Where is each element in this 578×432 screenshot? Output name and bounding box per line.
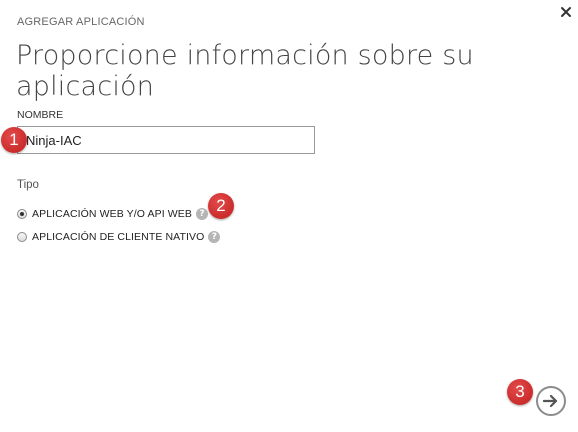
radio-label-native-client: APLICACIÓN DE CLIENTE NATIVO — [32, 231, 205, 243]
annotation-badge-3: 3 — [507, 379, 533, 405]
type-label: Tipo — [17, 179, 39, 191]
name-input[interactable] — [17, 126, 315, 154]
radio-option-native-client[interactable]: APLICACIÓN DE CLIENTE NATIVO ? — [17, 231, 221, 243]
annotation-badge-2: 2 — [208, 193, 234, 219]
help-icon[interactable]: ? — [208, 231, 221, 243]
name-label: NOMBRE — [17, 109, 64, 121]
radio-option-web-app[interactable]: APLICACIÓN WEB Y/O API WEB ? — [17, 208, 208, 220]
close-icon[interactable] — [560, 5, 572, 17]
dialog-subtitle: AGREGAR APLICACIÓN — [17, 16, 145, 28]
radio-label-web-app: APLICACIÓN WEB Y/O API WEB — [32, 208, 192, 220]
annotation-badge-1: 1 — [1, 127, 27, 153]
radio-button-selected[interactable] — [17, 209, 27, 219]
dialog-title: Proporcione información sobre su aplicac… — [16, 40, 474, 102]
next-button[interactable] — [536, 386, 566, 416]
radio-button[interactable] — [17, 232, 27, 242]
add-application-dialog: AGREGAR APLICACIÓN Proporcione informaci… — [0, 0, 578, 432]
help-icon[interactable]: ? — [195, 208, 208, 220]
arrow-right-icon — [543, 394, 558, 408]
